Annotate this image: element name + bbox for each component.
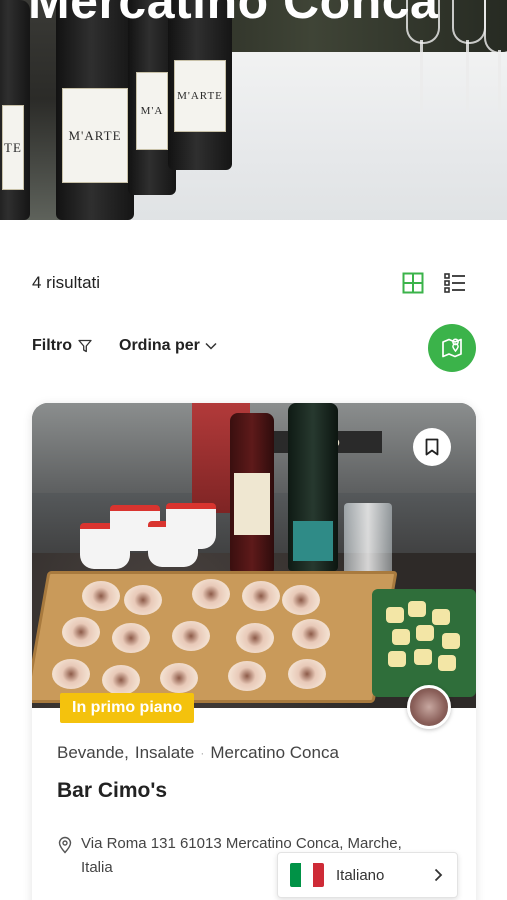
- category-link[interactable]: Bevande,: [57, 743, 129, 763]
- photo-roll: [124, 585, 162, 615]
- chevron-down-icon: [205, 342, 217, 350]
- photo-cup: [166, 503, 216, 549]
- photo-roll: [288, 659, 326, 689]
- language-switcher[interactable]: Italiano: [277, 852, 458, 898]
- photo-roll: [172, 621, 210, 651]
- language-label: Italiano: [336, 866, 385, 884]
- photo-roll: [292, 619, 330, 649]
- photo-roll: [112, 623, 150, 653]
- grid-icon: [402, 272, 424, 294]
- listing-title[interactable]: Bar Cimo's: [57, 779, 167, 803]
- chevron-right-icon: [434, 868, 443, 882]
- filter-label: Filtro: [32, 337, 72, 354]
- photo-roll: [52, 659, 90, 689]
- champagne-glass: [406, 0, 440, 110]
- grid-view-button[interactable]: [402, 272, 424, 294]
- list-icon: [444, 273, 465, 293]
- photo-roll: [242, 581, 280, 611]
- photo-roll: [82, 581, 120, 611]
- bookmark-button[interactable]: [413, 428, 451, 466]
- list-view-button[interactable]: [444, 272, 466, 294]
- wine-bottle: TE: [0, 0, 30, 220]
- photo-roll: [62, 617, 100, 647]
- photo-roll: [192, 579, 230, 609]
- category-link[interactable]: Insalate: [135, 743, 195, 763]
- photo-roll: [236, 623, 274, 653]
- hero-banner: TE M'ARTE M'A M'ARTE Mercatino Conca: [0, 0, 507, 220]
- listing-location[interactable]: Mercatino Conca: [210, 743, 339, 763]
- results-count: 4 risultati: [32, 273, 101, 292]
- photo-cheese-box: [372, 589, 476, 697]
- photo-roll: [160, 663, 198, 693]
- listing-categories: Bevande, Insalate · Mercatino Conca: [57, 743, 339, 763]
- location-pin-icon: [58, 836, 72, 854]
- sort-label: Ordina per: [119, 337, 200, 354]
- funnel-icon: [78, 339, 92, 353]
- category-separator: ·: [200, 746, 205, 760]
- photo-roll: [102, 665, 140, 695]
- bookmark-icon: [425, 438, 439, 456]
- sort-dropdown[interactable]: Ordina per: [119, 337, 218, 355]
- listing-photo[interactable]: Na Club: [32, 403, 476, 708]
- italy-flag-icon: [290, 863, 324, 887]
- photo-wine-bottle: [230, 413, 274, 573]
- wine-bottle: M'ARTE: [56, 0, 134, 220]
- map-view-button[interactable]: [428, 324, 476, 372]
- map-pin-icon: [442, 338, 462, 358]
- photo-roll: [282, 585, 320, 615]
- featured-badge: In primo piano: [60, 693, 195, 723]
- photo-sparkling-bottle: [288, 403, 338, 571]
- filter-button[interactable]: Filtro: [32, 337, 92, 355]
- page-title: Mercatino Conca: [28, 0, 439, 29]
- photo-roll: [228, 661, 266, 691]
- champagne-glass: [484, 0, 507, 110]
- champagne-glass: [452, 0, 486, 110]
- avatar[interactable]: [407, 685, 451, 729]
- listing-card[interactable]: Na Club: [32, 403, 476, 900]
